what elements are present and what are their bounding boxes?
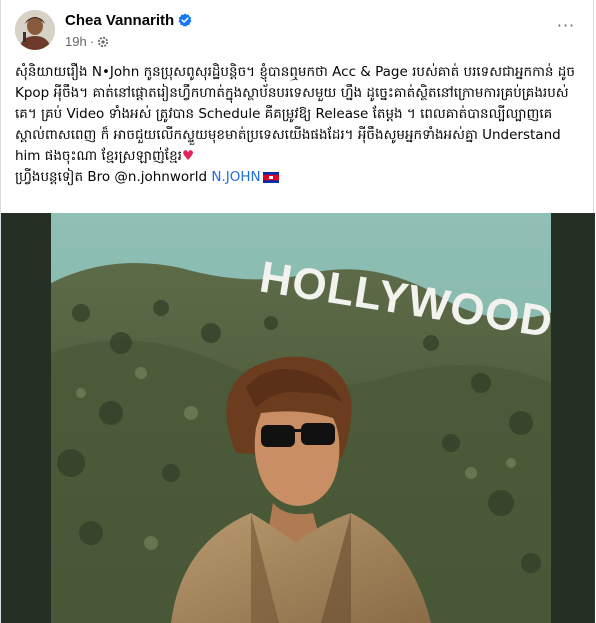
- photo-illustration: HOLLYWOOD: [51, 213, 551, 623]
- author-name[interactable]: Chea Vannarith: [65, 12, 174, 29]
- post-header: Chea Vannarith 19h · ···: [15, 10, 581, 54]
- image-backdrop-right: [551, 213, 595, 623]
- post-card: Chea Vannarith 19h · ··· សុំនិយាយរឿង N•Jo…: [0, 0, 595, 623]
- author-avatar[interactable]: [15, 10, 55, 50]
- more-options-icon: ···: [556, 15, 576, 35]
- more-options-button[interactable]: ···: [551, 14, 581, 36]
- post-body: សុំនិយាយរឿង N•John កូនប្រុសពូសុរដ្ឋិបន្ត…: [15, 62, 581, 190]
- mention-link[interactable]: @n.johnworld: [114, 169, 207, 185]
- tag-link[interactable]: N.JOHN: [211, 169, 260, 185]
- post-image[interactable]: HOLLYWOOD: [1, 213, 595, 623]
- photo-hollywood-portrait[interactable]: HOLLYWOOD: [51, 213, 551, 623]
- meta-separator: ·: [89, 34, 95, 49]
- post-timestamp[interactable]: 19h: [65, 34, 87, 49]
- post-body-closing: ហ្រ្វីងបន្តទៀត Bro: [15, 169, 115, 185]
- heart-icon: ♥: [181, 148, 195, 164]
- image-backdrop-left: [1, 213, 51, 623]
- gear-icon[interactable]: [97, 36, 109, 51]
- verified-badge-icon: [178, 13, 192, 31]
- post-body-text: សុំនិយាយរឿង N•John កូនប្រុសពូសុរដ្ឋិបន្ត…: [15, 64, 575, 164]
- cambodia-flag-icon: [262, 169, 279, 190]
